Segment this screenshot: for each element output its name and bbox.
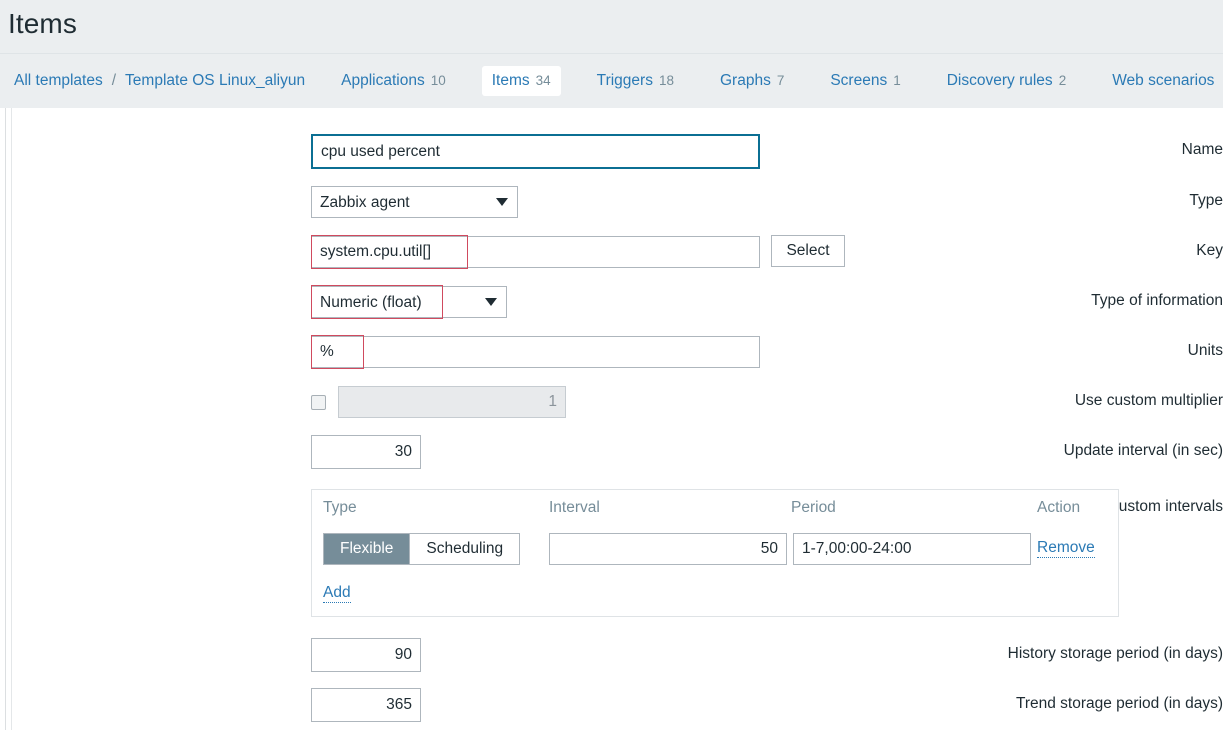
custom-intervals-header-action: Action xyxy=(1037,499,1081,516)
use-custom-multiplier-label: Use custom multiplier xyxy=(1074,392,1223,409)
units-input[interactable] xyxy=(311,336,760,368)
custom-intervals-header-type: Type xyxy=(323,499,357,516)
tab-items-count: 34 xyxy=(535,73,551,88)
tab-triggers[interactable]: Triggers 18 xyxy=(587,66,684,96)
custom-interval-input[interactable] xyxy=(549,533,787,565)
type-of-information-label: Type of information xyxy=(1091,292,1223,309)
tab-discovery-rules-label: Discovery rules xyxy=(946,72,1053,89)
history-storage-period-input[interactable] xyxy=(311,638,421,672)
custom-intervals-header-period: Period xyxy=(791,499,836,516)
tab-graphs-label: Graphs xyxy=(719,72,771,89)
page-title: Items xyxy=(8,8,77,39)
trend-storage-period-label: Trend storage period (in days) xyxy=(1015,695,1223,712)
tab-triggers-count: 18 xyxy=(658,73,674,88)
page-header: Items xyxy=(0,0,1223,53)
key-input[interactable] xyxy=(311,236,760,268)
tab-graphs-count: 7 xyxy=(776,73,785,88)
tab-discovery-rules-count: 2 xyxy=(1058,73,1067,88)
custom-intervals-panel: Type Interval Period Action Flexible Sch… xyxy=(311,489,1119,617)
interval-type-flexible-button[interactable]: Flexible xyxy=(324,534,410,564)
type-of-information-select-wrapper: Numeric (float) xyxy=(311,286,507,318)
units-label: Units xyxy=(1187,342,1223,359)
tab-web-scenarios[interactable]: Web scenarios xyxy=(1102,66,1223,96)
breadcrumb-separator: / xyxy=(111,72,117,89)
update-interval-label: Update interval (in sec) xyxy=(1063,442,1223,459)
tab-screens-count: 1 xyxy=(893,73,901,88)
tab-graphs[interactable]: Graphs 7 xyxy=(710,66,794,96)
key-label: Key xyxy=(1196,242,1223,259)
trend-storage-period-input[interactable] xyxy=(311,688,421,722)
custom-multiplier-input xyxy=(338,386,566,418)
name-label: Name xyxy=(1181,141,1223,158)
custom-interval-period-input[interactable] xyxy=(793,533,1031,565)
type-label: Type xyxy=(1189,192,1223,209)
interval-type-toggle: Flexible Scheduling xyxy=(323,533,521,565)
item-form: Name Type Zabbix agent Key Select Type o… xyxy=(0,108,1223,730)
breadcrumb-link-template-os-linux-aliyun[interactable]: Template OS Linux_aliyun xyxy=(125,67,305,95)
custom-interval-add-link[interactable]: Add xyxy=(323,583,351,604)
tab-applications-label: Applications xyxy=(341,72,425,89)
custom-interval-remove-link[interactable]: Remove xyxy=(1037,538,1095,559)
breadcrumb: All templates / Template OS Linux_aliyun xyxy=(14,67,305,95)
use-custom-multiplier-checkbox[interactable] xyxy=(311,394,326,410)
tab-web-scenarios-label: Web scenarios xyxy=(1112,72,1215,89)
type-select-wrapper: Zabbix agent xyxy=(311,186,518,218)
breadcrumb-link-all-templates[interactable]: All templates xyxy=(14,67,103,95)
tab-triggers-label: Triggers xyxy=(596,72,653,89)
history-storage-period-label: History storage period (in days) xyxy=(1007,645,1223,662)
tab-screens[interactable]: Screens 1 xyxy=(820,66,910,96)
navigation-bar: All templates / Template OS Linux_aliyun… xyxy=(0,54,1223,108)
tab-items-label: Items xyxy=(491,72,530,89)
tab-applications[interactable]: Applications 10 xyxy=(331,66,456,96)
key-select-button[interactable]: Select xyxy=(771,235,845,267)
left-rail-divider xyxy=(5,108,6,730)
interval-type-scheduling-button[interactable]: Scheduling xyxy=(410,534,520,564)
update-interval-input[interactable] xyxy=(311,435,421,469)
type-of-information-select[interactable]: Numeric (float) xyxy=(311,286,507,318)
tab-applications-count: 10 xyxy=(430,73,446,88)
name-input[interactable] xyxy=(311,134,760,169)
nav-row: All templates / Template OS Linux_aliyun… xyxy=(14,54,1223,108)
left-rail-divider-inner xyxy=(11,108,12,730)
tab-screens-label: Screens xyxy=(830,72,888,89)
custom-intervals-header-interval: Interval xyxy=(549,499,600,516)
type-select[interactable]: Zabbix agent xyxy=(311,186,518,218)
tab-items[interactable]: Items 34 xyxy=(481,66,561,96)
tab-discovery-rules[interactable]: Discovery rules 2 xyxy=(937,66,1076,96)
